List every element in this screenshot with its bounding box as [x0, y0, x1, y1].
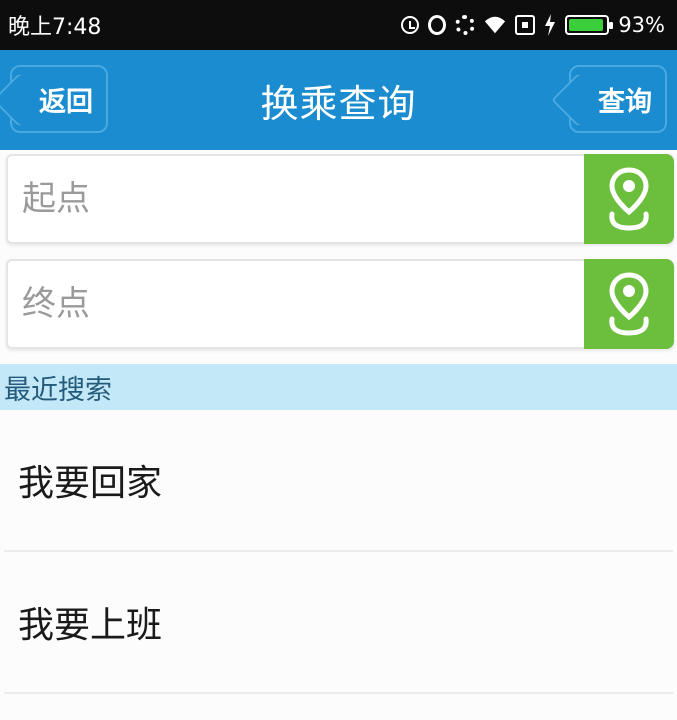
battery-icon	[565, 15, 614, 35]
end-location-button[interactable]	[584, 259, 674, 349]
start-location-button[interactable]	[584, 154, 674, 244]
status-icons: 93%	[401, 13, 665, 37]
title-bar: 换乘查询 返回 查询	[0, 50, 677, 150]
ring-icon	[428, 15, 447, 35]
battery-fill	[569, 19, 603, 31]
alarm-icon	[401, 16, 420, 34]
location-pin-icon	[609, 272, 649, 336]
wifi-icon	[485, 16, 506, 34]
start-input[interactable]	[8, 156, 586, 242]
box-icon	[515, 15, 536, 35]
start-field-row	[6, 154, 674, 244]
end-field-row	[6, 259, 674, 349]
battery-percent: 93%	[618, 13, 665, 37]
recent-searches-list: 我要回家 我要上班	[0, 410, 677, 694]
back-button-label: 返回	[39, 86, 93, 118]
query-button[interactable]: 查询	[569, 65, 667, 133]
query-button-label: 查询	[598, 86, 652, 118]
gear-icon	[455, 15, 476, 35]
recent-item-go-to-work[interactable]: 我要上班	[4, 552, 673, 694]
recent-item-go-home[interactable]: 我要回家	[4, 410, 673, 552]
charging-icon	[545, 14, 556, 36]
recent-searches-header: 最近搜索	[0, 364, 677, 410]
status-time: 晚上7:48	[8, 15, 102, 40]
status-bar: 晚上7:48 93%	[0, 0, 677, 50]
location-pin-icon	[609, 167, 649, 231]
back-button[interactable]: 返回	[10, 65, 108, 133]
end-input[interactable]	[8, 261, 586, 347]
